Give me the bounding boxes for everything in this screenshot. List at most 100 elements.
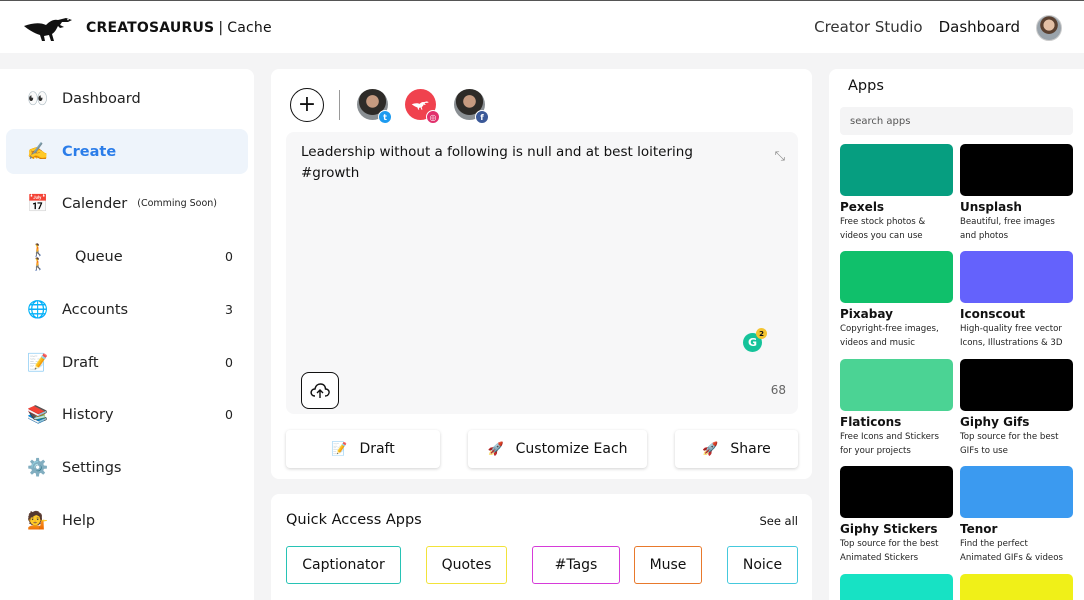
sidebar-item-help[interactable]: 💁 Help: [6, 498, 248, 543]
sidebar-item-dashboard[interactable]: 👀 Dashboard: [6, 76, 248, 121]
app-card-flaticons[interactable]: Flaticons Free Icons and Stickers for your…: [840, 359, 953, 458]
memo-icon: 📝: [27, 352, 49, 373]
help-person-icon: 💁: [27, 510, 49, 531]
app-thumbnail: [960, 144, 1073, 196]
app-thumbnail: [840, 574, 953, 600]
sidebar-item-label: History: [62, 406, 114, 423]
customize-each-button[interactable]: 🚀 Customize Each: [468, 430, 647, 468]
sidebar-item-accounts[interactable]: 🌐 Accounts 3: [6, 287, 248, 332]
account-twitter[interactable]: t: [357, 89, 392, 124]
app-description: Free Icons and Stickers for your projects: [840, 432, 939, 456]
sidebar: 👀 Dashboard ✍️ Create 📅 Calender (Comming Soon…: [0, 69, 254, 600]
share-button[interactable]: 🚀 Share: [675, 430, 798, 468]
nav-dashboard[interactable]: Dashboard: [939, 18, 1020, 36]
plus-icon: +: [297, 92, 317, 117]
brand-logo[interactable]: CREATOSAURUS | Cache: [22, 13, 272, 43]
writing-hand-icon: ✍️: [27, 141, 49, 162]
search-apps-input[interactable]: [840, 107, 1073, 135]
sidebar-item-label: Accounts: [62, 301, 129, 318]
dinosaur-logo-icon: [24, 18, 72, 41]
add-account-button[interactable]: +: [290, 88, 324, 122]
books-icon: 📚: [27, 404, 49, 425]
sidebar-item-settings[interactable]: ⚙️ Settings: [6, 445, 248, 490]
app-card[interactable]: [840, 574, 953, 600]
top-nav: Creator Studio Dashboard: [814, 18, 1020, 36]
sidebar-item-label: Queue: [75, 248, 123, 265]
nav-creator-studio[interactable]: Creator Studio: [814, 18, 923, 36]
quick-app-quotes[interactable]: Quotes: [426, 546, 507, 584]
app-name: Pixabay: [840, 307, 893, 321]
app-card-iconscout[interactable]: Iconscout High-quality free vector Icons, …: [960, 251, 1073, 350]
grammarly-count-badge: 2: [756, 328, 767, 339]
globe-icon: 🌐: [27, 299, 49, 320]
app-name: Tenor: [960, 522, 998, 536]
sidebar-item-label: Create: [62, 143, 117, 160]
sidebar-item-create[interactable]: ✍️ Create: [6, 129, 248, 174]
app-card-tenor[interactable]: Tenor Find the perfect Animated GIFs & vid…: [960, 466, 1073, 565]
draft-button[interactable]: 📝 Draft: [286, 430, 440, 468]
app-description: Top source for the best GIFs to use: [960, 432, 1059, 456]
quick-app-muse[interactable]: Muse: [634, 546, 702, 584]
user-avatar[interactable]: [1036, 15, 1062, 41]
quick-app-tags[interactable]: #Tags: [532, 546, 620, 584]
sidebar-item-label: Draft: [62, 354, 99, 371]
app-description: Find the perfect Animated GIFs & videos: [960, 539, 1063, 563]
sidebar-item-label: Help: [62, 512, 96, 529]
quick-app-captionator[interactable]: Captionator: [286, 546, 401, 584]
app-card-pexels[interactable]: Pexels Free stock photos & videos you can …: [840, 144, 953, 243]
account-instagram[interactable]: ◎: [405, 89, 440, 124]
character-count: 68: [770, 383, 786, 397]
sidebar-item-label: Settings: [62, 459, 122, 476]
app-thumbnail: [840, 144, 953, 196]
sidebar-item-label: Calender: [62, 195, 128, 212]
sidebar-item-queue[interactable]: 🚶🚶 Queue 0: [6, 234, 248, 279]
coming-soon-note: (Comming Soon): [137, 198, 218, 209]
app-card-giphy-stickers[interactable]: Giphy Stickers Top source for the best Ani…: [840, 466, 953, 565]
app-thumbnail: [960, 466, 1073, 518]
app-card-pixabay[interactable]: Pixabay Copyright-free images, videos and …: [840, 251, 953, 350]
app-name: Giphy Stickers: [840, 522, 938, 536]
quick-app-noice[interactable]: Noice: [727, 546, 798, 584]
app-thumbnail: [960, 359, 1073, 411]
app-name: Iconscout: [960, 307, 1026, 321]
app-description: High-quality free vector Icons, Illustrat…: [960, 324, 1063, 348]
post-editor[interactable]: Leadership without a following is null a…: [286, 132, 798, 414]
eyes-icon: 👀: [27, 88, 49, 109]
app-name: Unsplash: [960, 200, 1022, 214]
dinosaur-logo-icon: [411, 100, 429, 110]
app-card[interactable]: [960, 574, 1073, 600]
account-facebook[interactable]: f: [454, 89, 489, 124]
app-name: Flaticons: [840, 415, 902, 429]
gear-icon: ⚙️: [27, 457, 49, 478]
app-thumbnail: [960, 251, 1073, 303]
app-card-unsplash[interactable]: Unsplash Beautiful, free images and photos: [960, 144, 1073, 243]
app-name: Pexels: [840, 200, 885, 214]
app-thumbnail: [840, 466, 953, 518]
quick-access-title: Quick Access Apps: [286, 512, 422, 528]
rocket-icon: 🚀: [702, 441, 719, 457]
instagram-icon: ◎: [426, 110, 440, 124]
post-text[interactable]: Leadership without a following is null a…: [301, 142, 741, 184]
twitter-icon: t: [378, 110, 392, 124]
app-thumbnail: [840, 359, 953, 411]
app-description: Free stock photos & videos you can use: [840, 217, 926, 241]
app-card-giphy-gifs[interactable]: Giphy Gifs Top source for the best GIFs to…: [960, 359, 1073, 458]
divider: [339, 90, 340, 120]
see-all-link[interactable]: See all: [759, 514, 798, 528]
app-thumbnail: [840, 251, 953, 303]
brand-name: CREATOSAURUS | Cache: [86, 20, 272, 36]
sidebar-item-count: 0: [225, 407, 233, 422]
cloud-upload-icon: [310, 382, 330, 398]
sidebar-item-history[interactable]: 📚 History 0: [6, 392, 248, 437]
sidebar-item-label: Dashboard: [62, 90, 141, 107]
app-description: Copyright-free images, videos and music: [840, 324, 939, 348]
sidebar-item-draft[interactable]: 📝 Draft 0: [6, 340, 248, 385]
app-description: Top source for the best Animated Stickers: [840, 539, 939, 563]
facebook-icon: f: [475, 110, 489, 124]
upload-media-button[interactable]: [301, 372, 339, 409]
top-bar: CREATOSAURUS | Cache Creator Studio Dashbo…: [0, 0, 1084, 53]
sidebar-item-calender[interactable]: 📅 Calender (Comming Soon): [6, 181, 248, 226]
memo-icon: 📝: [331, 441, 348, 457]
expand-icon[interactable]: ⤡: [775, 149, 785, 164]
app-name: Giphy Gifs: [960, 415, 1030, 429]
